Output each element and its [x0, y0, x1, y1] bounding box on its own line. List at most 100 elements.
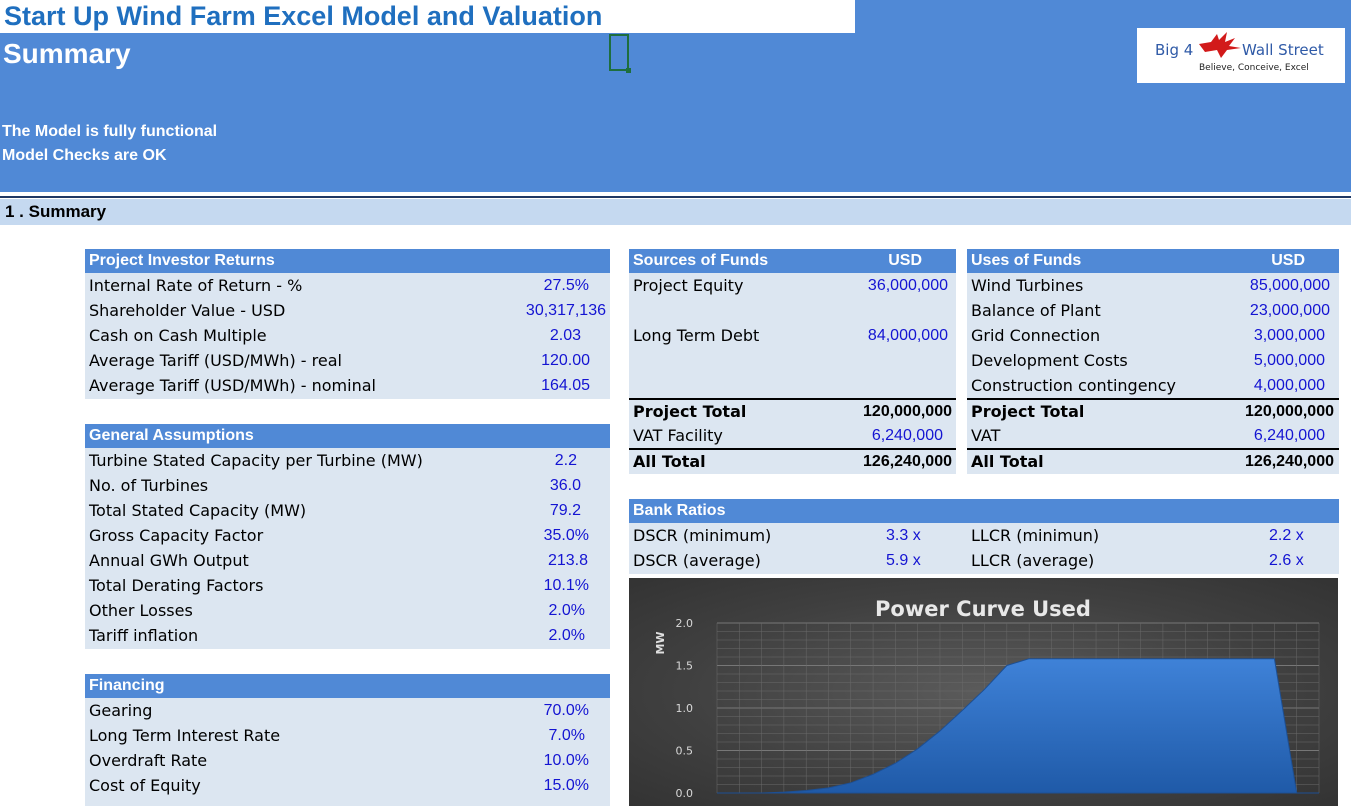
- table-row[interactable]: Development Costs 5,000,000: [967, 349, 1339, 374]
- row-label: Gearing: [89, 701, 153, 720]
- row-value: 10.1%: [543, 577, 589, 594]
- table-row[interactable]: Balance of Plant 23,000,000: [967, 299, 1339, 324]
- section-bar: [0, 199, 1351, 225]
- row-value: 2.2: [554, 452, 577, 469]
- eagle-icon: [1199, 32, 1241, 58]
- table-row[interactable]: DSCR (average) 5.9 x LLCR (average) 2.6 …: [629, 549, 1339, 574]
- row-value: 7.0%: [548, 727, 585, 744]
- table-row[interactable]: Tariff inflation 2.0%: [85, 624, 610, 649]
- row-value: 120,000,000: [1245, 403, 1334, 420]
- total-row[interactable]: Project Total 120,000,000: [629, 398, 956, 424]
- table-row[interactable]: Long Term Interest Rate 7.0%: [85, 724, 610, 749]
- general-assumptions-header: General Assumptions: [85, 424, 610, 448]
- row-value: 2.03: [549, 327, 581, 344]
- row-value: 35.0%: [543, 527, 589, 544]
- row-label: Average Tariff (USD/MWh) - real: [89, 351, 342, 370]
- row-label: Development Costs: [971, 351, 1128, 370]
- row-value-2: 2.2 x: [1269, 527, 1304, 544]
- row-value: 126,240,000: [1245, 453, 1334, 470]
- row-label: All Total: [633, 452, 706, 471]
- row-label: Other Losses: [89, 601, 193, 620]
- sources-title: Sources of Funds: [633, 252, 769, 269]
- y-tick-label: 1.0: [676, 702, 694, 715]
- table-row[interactable]: Other Losses 2.0%: [85, 599, 610, 624]
- row-label: Long Term Debt: [633, 326, 760, 345]
- selected-cell[interactable]: [609, 34, 631, 73]
- table-row[interactable]: Turbine Stated Capacity per Turbine (MW)…: [85, 449, 610, 474]
- row-value: 85,000,000: [1249, 277, 1330, 294]
- row-value: 2.0%: [548, 602, 585, 619]
- table-row[interactable]: Average Tariff (USD/MWh) - real 120.00: [85, 349, 610, 374]
- table-row[interactable]: Total Stated Capacity (MW) 79.2: [85, 499, 610, 524]
- bank-ratios-header: Bank Ratios: [629, 499, 1339, 523]
- uses-currency: USD: [1271, 252, 1305, 269]
- row-label: Cash on Cash Multiple: [89, 326, 267, 345]
- table-row[interactable]: Long Term Debt 84,000,000: [629, 324, 956, 349]
- power-curve-area: [717, 658, 1319, 794]
- row-label: Wind Turbines: [971, 276, 1084, 295]
- row-label: Average Tariff (USD/MWh) - nominal: [89, 376, 376, 395]
- power-curve-chart[interactable]: Power Curve Used MW 0.0 0.5 1.0 1.5 2.0: [629, 578, 1338, 806]
- sources-header: Sources of Funds USD: [629, 249, 956, 273]
- total-row[interactable]: Project Total 120,000,000: [967, 398, 1339, 424]
- table-row[interactable]: DSCR (minimum) 3.3 x LLCR (minimun) 2.2 …: [629, 524, 1339, 549]
- row-label: Shareholder Value - USD: [89, 301, 286, 320]
- row-label: Construction contingency: [971, 376, 1176, 395]
- row-label-2: LLCR (average): [971, 551, 1095, 570]
- uses-title: Uses of Funds: [971, 252, 1082, 269]
- row-value: 5,000,000: [1253, 352, 1325, 369]
- row-label: Project Equity: [633, 276, 744, 295]
- table-row[interactable]: Average Tariff (USD/MWh) - nominal 164.05: [85, 374, 610, 399]
- table-row[interactable]: Annual GWh Output 213.8: [85, 549, 610, 574]
- divider: [0, 196, 1351, 198]
- row-label: Long Term Interest Rate: [89, 726, 281, 745]
- row-label: DSCR (minimum): [633, 526, 772, 545]
- bank-ratios-panel: Bank Ratios DSCR (minimum) 3.3 x LLCR (m…: [629, 499, 1339, 574]
- table-row[interactable]: No. of Turbines 36.0: [85, 474, 610, 499]
- uses-header: Uses of Funds USD: [967, 249, 1339, 273]
- table-row[interactable]: Project Equity 36,000,000: [629, 274, 956, 299]
- row-label: Project Total: [971, 402, 1085, 421]
- chart-title: Power Curve Used: [875, 597, 1091, 621]
- y-tick-label: 2.0: [676, 617, 694, 630]
- financing-panel: Financing Gearing 70.0% Long Term Interes…: [85, 674, 610, 806]
- row-label-2: LLCR (minimun): [971, 526, 1100, 545]
- table-row[interactable]: Cost of Equity 15.0%: [85, 774, 610, 799]
- table-row[interactable]: Wind Turbines 85,000,000: [967, 274, 1339, 299]
- table-row[interactable]: Gearing 70.0%: [85, 699, 610, 724]
- table-row[interactable]: Gross Capacity Factor 35.0%: [85, 524, 610, 549]
- table-row[interactable]: Grid Connection 3,000,000: [967, 324, 1339, 349]
- row-value: 4,000,000: [1253, 377, 1325, 394]
- y-tick-label: 0.0: [676, 787, 694, 800]
- row-label: Overdraft Rate: [89, 751, 208, 770]
- investor-returns-title: Project Investor Returns: [89, 252, 275, 269]
- investor-returns-header: Project Investor Returns: [85, 249, 610, 273]
- row-label: Tariff inflation: [89, 626, 199, 645]
- row-label: Turbine Stated Capacity per Turbine (MW): [89, 451, 423, 470]
- table-row[interactable]: VAT 6,240,000: [967, 424, 1339, 449]
- row-label: DSCR (average): [633, 551, 761, 570]
- uses-panel: Uses of Funds USD Wind Turbines 85,000,00…: [967, 249, 1339, 474]
- table-row[interactable]: Construction contingency 4,000,000: [967, 374, 1339, 399]
- row-label: Balance of Plant: [971, 301, 1101, 320]
- page-title: Start Up Wind Farm Excel Model and Valua…: [4, 1, 603, 31]
- logo-tagline: Believe, Conceive, Excel: [1199, 63, 1309, 73]
- row-value: 23,000,000: [1249, 302, 1330, 319]
- row-value: 79.2: [549, 502, 581, 519]
- row-label: Internal Rate of Return - %: [89, 276, 303, 295]
- row-value: 164.05: [541, 377, 590, 394]
- table-row[interactable]: Total Derating Factors 10.1%: [85, 574, 610, 599]
- logo-text-left: Big 4: [1155, 41, 1194, 59]
- table-row[interactable]: VAT Facility 6,240,000: [629, 424, 956, 449]
- table-row[interactable]: Shareholder Value - USD 30,317,136: [85, 299, 610, 324]
- table-row[interactable]: Cash on Cash Multiple 2.03: [85, 324, 610, 349]
- power-curve-svg: Power Curve Used MW 0.0 0.5 1.0 1.5 2.0: [654, 597, 1320, 800]
- total-row[interactable]: All Total 126,240,000: [629, 448, 956, 474]
- row-label: VAT Facility: [633, 426, 723, 445]
- row-label: Annual GWh Output: [89, 551, 249, 570]
- total-row[interactable]: All Total 126,240,000: [967, 448, 1339, 474]
- table-row[interactable]: Internal Rate of Return - % 27.5%: [85, 274, 610, 299]
- row-value: 15.0%: [543, 777, 589, 794]
- table-row[interactable]: Overdraft Rate 10.0%: [85, 749, 610, 774]
- row-label: No. of Turbines: [89, 476, 209, 495]
